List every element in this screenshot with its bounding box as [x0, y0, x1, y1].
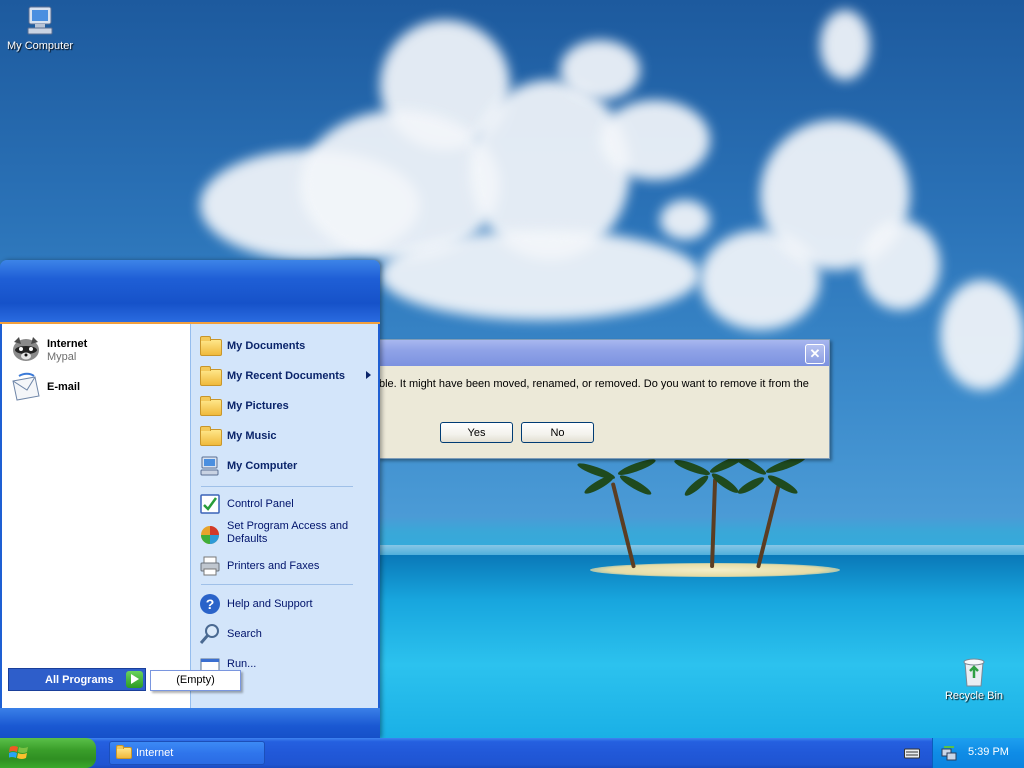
my-computer-icon	[200, 456, 219, 476]
all-programs-button[interactable]: All Programs	[8, 668, 146, 691]
dialog-titlebar[interactable]: ✕	[379, 340, 829, 366]
recycle-bin-icon	[963, 658, 985, 687]
folder-icon	[116, 745, 132, 759]
control-panel-icon	[200, 494, 220, 514]
taskbar: Internet 5:39 PM	[0, 738, 1024, 768]
menu-item-my-recent-documents[interactable]: My Recent Documents	[197, 362, 375, 390]
windows-flag-icon	[9, 746, 28, 759]
raccoon-browser-icon	[13, 337, 39, 361]
all-programs-label: All Programs	[45, 674, 114, 686]
email-icon	[12, 372, 40, 401]
recent-folder-icon	[199, 365, 222, 387]
menu-item-my-music[interactable]: My Music	[197, 422, 375, 450]
menu-item-label: My Music	[227, 430, 277, 442]
all-programs-submenu-empty[interactable]: (Empty)	[150, 670, 241, 691]
pictures-folder-icon	[199, 395, 222, 417]
svg-text:?: ?	[206, 596, 215, 612]
network-icon[interactable]	[941, 745, 957, 761]
pinned-item-label: E-mail	[47, 381, 81, 393]
taskbar-item-label: Internet	[136, 747, 174, 759]
pinned-item-internet[interactable]: Internet Mypal	[10, 332, 186, 366]
green-arrow-icon	[126, 671, 143, 688]
menu-separator	[201, 486, 353, 487]
pinned-item-label: Internet	[47, 338, 88, 350]
menu-item-label: Set Program Access and Defaults	[227, 520, 349, 545]
documents-folder-icon	[199, 335, 222, 357]
taskbar-item-internet[interactable]: Internet	[109, 741, 265, 765]
menu-item-printers-and-faxes[interactable]: Printers and Faxes	[197, 552, 375, 580]
search-icon	[199, 624, 219, 644]
menu-item-label: Control Panel	[227, 498, 294, 510]
dialog-close-button[interactable]: ✕	[805, 344, 825, 364]
menu-item-label: My Pictures	[227, 400, 289, 412]
start-button[interactable]	[0, 738, 96, 768]
menu-item-label: Run...	[227, 658, 257, 670]
menu-item-help-and-support[interactable]: ? Help and Support	[197, 590, 375, 618]
keyboard-icon[interactable]	[904, 746, 920, 759]
desktop-icon-label: My Computer	[6, 40, 74, 52]
program-access-icon	[201, 526, 219, 544]
start-menu-footer	[0, 708, 380, 738]
menu-item-label: Search	[227, 628, 262, 640]
clock[interactable]: 5:39 PM	[968, 746, 1009, 758]
my-computer-icon	[27, 6, 53, 35]
menu-item-my-pictures[interactable]: My Pictures	[197, 392, 375, 420]
start-menu-pinned-pane: Internet Mypal E-mail	[2, 324, 190, 708]
dialog-message: ble. It might have been moved, renamed, …	[379, 378, 809, 390]
no-button[interactable]: No	[521, 422, 594, 443]
menu-item-set-program-access[interactable]: Set Program Access and Defaults	[197, 518, 375, 548]
yes-button[interactable]: Yes	[440, 422, 513, 443]
start-menu-places-pane: My Documents My Recent Documents My Pict…	[190, 324, 378, 708]
desktop-icon-label: Recycle Bin	[944, 690, 1004, 702]
menu-item-my-documents[interactable]: My Documents	[197, 332, 375, 360]
menu-item-label: My Recent Documents	[227, 370, 345, 382]
pinned-item-sublabel: Mypal	[47, 351, 77, 363]
desktop-icon-recycle-bin[interactable]: Recycle Bin	[934, 656, 1014, 702]
menu-item-my-computer[interactable]: My Computer	[197, 452, 375, 480]
error-dialog[interactable]: ✕ ble. It might have been moved, renamed…	[378, 339, 830, 459]
menu-item-label: My Computer	[227, 460, 298, 472]
menu-item-label: My Documents	[227, 340, 306, 352]
printer-icon	[200, 556, 220, 576]
menu-separator	[201, 584, 353, 585]
system-tray: 5:39 PM	[932, 738, 1024, 768]
submenu-arrow-icon	[366, 371, 371, 379]
music-folder-icon	[199, 425, 222, 447]
pinned-item-email[interactable]: E-mail	[10, 370, 186, 404]
start-menu-header	[0, 260, 380, 324]
menu-item-label: Printers and Faxes	[227, 560, 320, 572]
menu-item-label: Help and Support	[227, 598, 313, 610]
menu-item-control-panel[interactable]: Control Panel	[197, 490, 375, 518]
desktop-icon-my-computer[interactable]: My Computer	[0, 4, 80, 52]
start-menu: Internet Mypal E-mail My Documents My Re…	[0, 260, 380, 738]
menu-item-search[interactable]: Search	[197, 620, 375, 648]
help-icon: ?	[200, 594, 220, 614]
